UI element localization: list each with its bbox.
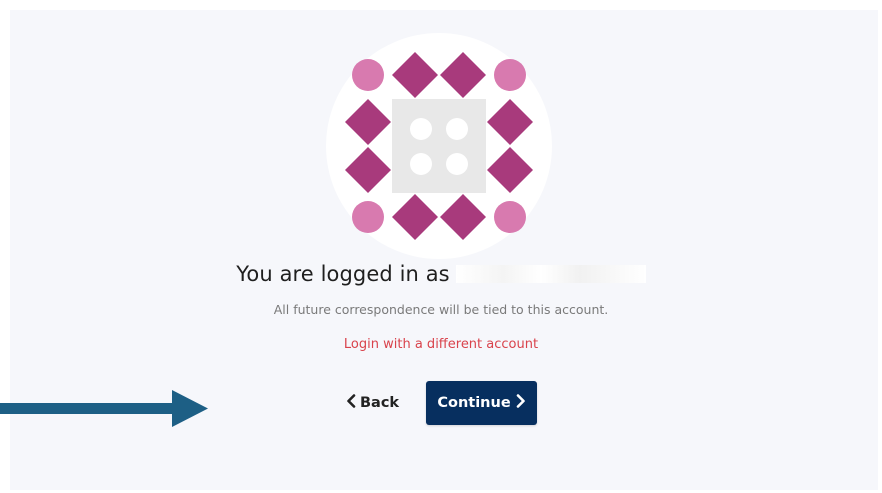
continue-button[interactable]: Continue bbox=[426, 381, 537, 425]
login-confirmation-page: You are logged in as All future correspo… bbox=[0, 0, 882, 493]
annotation-arrow-icon bbox=[0, 390, 208, 427]
redacted-username bbox=[455, 265, 646, 283]
correspondence-note: All future correspondence will be tied t… bbox=[273, 302, 609, 317]
back-button[interactable]: Back bbox=[346, 389, 399, 417]
logged-in-heading-text: You are logged in as bbox=[236, 262, 450, 286]
continue-button-label: Continue bbox=[437, 395, 511, 411]
chevron-right-icon bbox=[516, 394, 526, 412]
logged-in-heading: You are logged in as bbox=[0, 262, 882, 286]
back-button-label: Back bbox=[360, 395, 400, 411]
login-different-account-link[interactable]: Login with a different account bbox=[0, 337, 882, 352]
chevron-left-icon bbox=[346, 394, 356, 412]
avatar bbox=[326, 33, 552, 259]
login-different-account-label: Login with a different account bbox=[343, 337, 539, 352]
avatar-identicon-icon bbox=[345, 52, 533, 240]
